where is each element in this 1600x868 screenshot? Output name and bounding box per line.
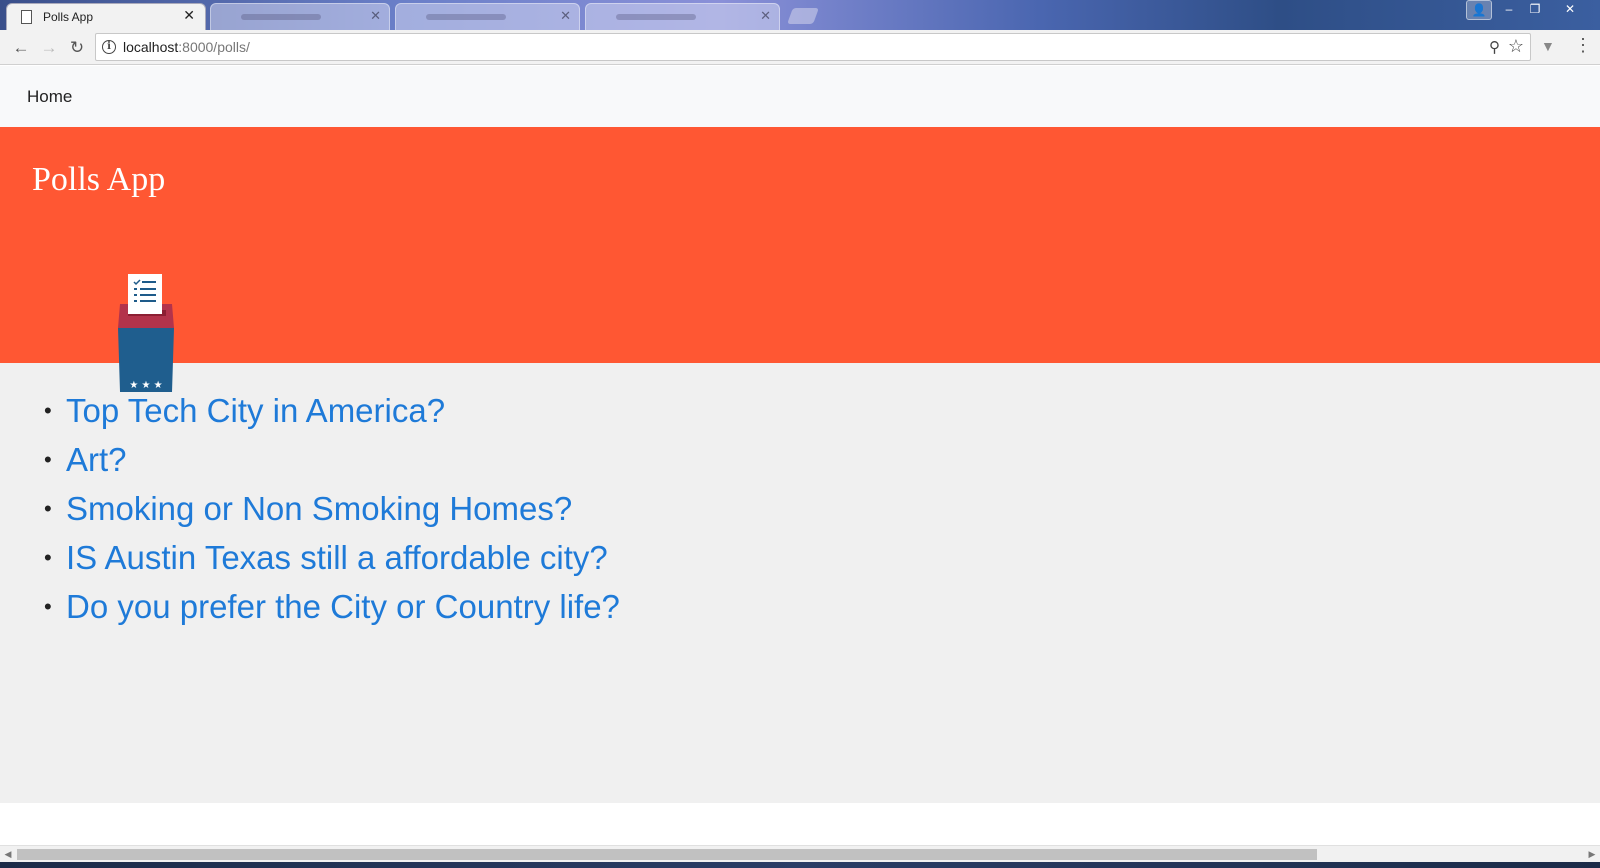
page-title: Polls App [32,161,166,198]
scrollbar-thumb[interactable] [17,849,1317,860]
nav-home-link[interactable]: Home [27,87,72,107]
tab-close-icon[interactable]: ✕ [560,8,571,24]
poll-link[interactable]: Top Tech City in America? [66,392,445,429]
browser-tab[interactable]: ✕ [210,3,390,30]
list-item: Top Tech City in America? [44,386,620,435]
site-navbar: Home [0,66,1600,127]
extension-icon[interactable]: ▼ [1541,38,1557,54]
url-text[interactable]: localhost:8000/polls/ [123,39,250,55]
poll-link[interactable]: IS Austin Texas still a affordable city? [66,539,608,576]
poll-link[interactable]: Art? [66,441,127,478]
profile-icon[interactable]: 👤 [1466,0,1492,20]
close-window-button[interactable]: ✕ [1548,0,1592,20]
scroll-left-arrow-icon[interactable]: ◀ [2,848,14,860]
reload-button[interactable]: ↻ [66,37,88,59]
page-icon [21,10,32,24]
ballot-box-icon: ★ ★ ★ [118,274,174,392]
poll-list: Top Tech City in America? Art? Smoking o… [44,386,620,631]
back-button[interactable]: ← [10,37,32,59]
horizontal-scrollbar[interactable]: ◀ ▶ [0,845,1600,862]
list-item: Do you prefer the City or Country life? [44,582,620,631]
browser-tab-strip: Polls App ✕ ✕ ✕ ✕ 👤 – ❐ ✕ [0,0,1600,30]
browser-tab[interactable]: ✕ [395,3,580,30]
os-taskbar [0,862,1600,868]
window-controls: 👤 – ❐ ✕ [1466,0,1592,20]
list-item: Art? [44,435,620,484]
tab-title-blurred [241,14,321,20]
tab-close-icon[interactable]: ✕ [760,8,771,24]
tab-title-blurred [616,14,696,20]
url-path: :8000/polls/ [178,39,250,55]
tab-title-blurred [426,14,506,20]
new-tab-button[interactable] [787,8,819,24]
maximize-button[interactable]: ❐ [1522,0,1548,20]
list-item: Smoking or Non Smoking Homes? [44,484,620,533]
tab-title: Polls App [43,10,94,24]
page-content: Home Polls App ★ ★ ★ Top Tech City in Am… [0,66,1600,803]
poll-link[interactable]: Smoking or Non Smoking Homes? [66,490,572,527]
list-item: IS Austin Texas still a affordable city? [44,533,620,582]
page-footer-space [0,803,1600,845]
hero-banner: Polls App ★ ★ ★ [0,127,1600,392]
minimize-button[interactable]: – [1496,0,1522,20]
browser-tab[interactable]: ✕ [585,3,780,30]
poll-link[interactable]: Do you prefer the City or Country life? [66,588,620,625]
browser-tab-active[interactable]: Polls App ✕ [6,3,206,30]
url-host: localhost [123,39,179,55]
browser-menu-icon[interactable]: ⋮ [1574,35,1592,55]
bookmark-star-icon[interactable]: ☆ [1508,36,1524,57]
tab-close-icon[interactable]: ✕ [183,7,195,24]
address-bar[interactable]: i localhost:8000/polls/ ⚲ ☆ [95,33,1531,61]
scroll-right-arrow-icon[interactable]: ▶ [1586,848,1598,860]
browser-toolbar: ← → ↻ i localhost:8000/polls/ ⚲ ☆ ▼ ⋮ [0,30,1600,65]
forward-button[interactable]: → [38,37,60,59]
zoom-icon[interactable]: ⚲ [1489,38,1500,56]
tab-close-icon[interactable]: ✕ [370,8,381,24]
site-info-icon[interactable]: i [102,40,116,54]
